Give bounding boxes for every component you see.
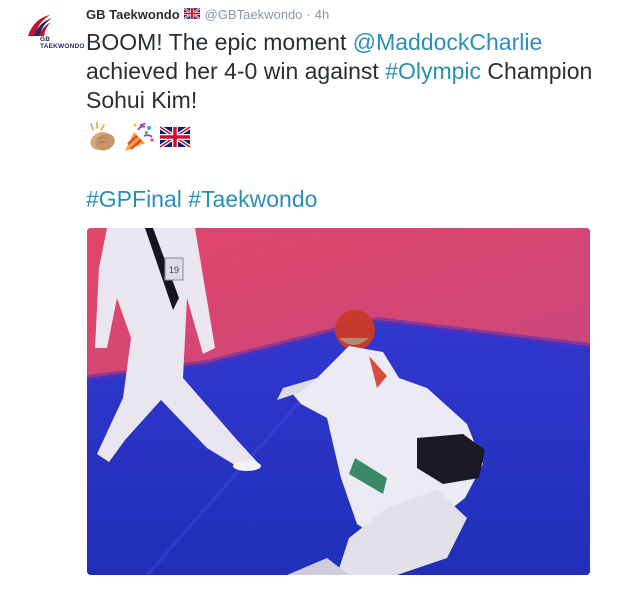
tweet-card: GB TAEKWONDO GB Taekwondo @GBTaekwondo ·…: [0, 0, 624, 589]
clapping-hands-icon: [86, 121, 120, 152]
union-jack-flag-icon: [183, 7, 201, 22]
tweet-text-part1: BOOM! The epic moment: [86, 29, 353, 55]
hashtag-olympic-link[interactable]: #Olympic: [385, 58, 481, 84]
photo-referee-badge-number: 19: [169, 265, 179, 275]
avatar-logo-text-line2: TAEKWONDO: [40, 43, 85, 50]
avatar-logo-text: GB TAEKWONDO: [40, 36, 85, 50]
union-jack-flag-icon: [158, 122, 192, 152]
avatar[interactable]: GB TAEKWONDO: [26, 14, 84, 52]
hashtag-taekwondo-link[interactable]: #Taekwondo: [188, 186, 317, 212]
party-popper-icon: [122, 122, 156, 152]
tweet-header: GB Taekwondo @GBTaekwondo · 4h: [86, 7, 329, 22]
author-handle[interactable]: @GBTaekwondo: [205, 7, 303, 22]
tweet-text-part2: achieved her 4-0 win against: [86, 58, 386, 84]
author-display-name[interactable]: GB Taekwondo: [86, 7, 180, 22]
taekwondo-match-photo-icon: 19: [87, 228, 590, 575]
hashtags-line: #GPFinal #Taekwondo: [86, 185, 317, 214]
emoji-row: [86, 121, 192, 152]
hashtag-gpfinal-link[interactable]: #GPFinal: [86, 186, 182, 212]
header-separator: ·: [306, 7, 311, 22]
avatar-logo-text-line1: GB: [40, 36, 51, 43]
tweet-timestamp[interactable]: 4h: [315, 7, 329, 22]
tweet-text: BOOM! The epic moment @MaddockCharlie ac…: [86, 28, 616, 115]
mention-link[interactable]: @MaddockCharlie: [353, 29, 543, 55]
tweet-photo[interactable]: 19: [87, 228, 590, 575]
